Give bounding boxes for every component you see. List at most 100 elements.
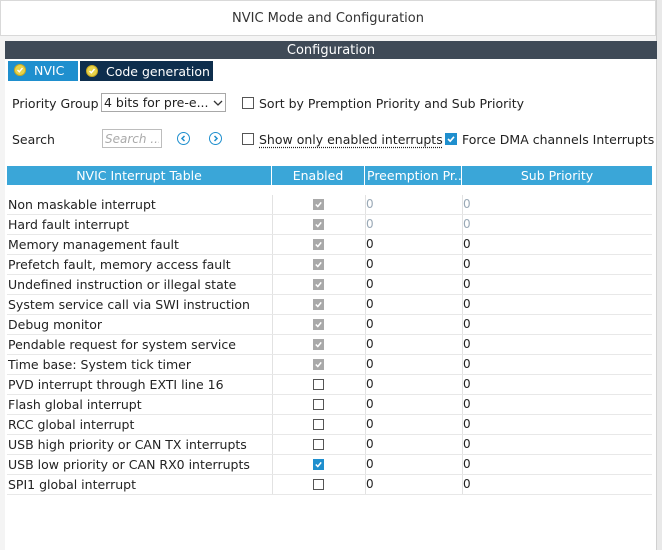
sub-priority-value[interactable]: 0 [463,297,471,311]
table-row[interactable]: RCC global interrupt 0 0 [7,415,652,435]
column-header-sub-priority[interactable]: Sub Priority [462,166,652,185]
column-header-preemption[interactable]: Preemption Pr... [365,166,462,185]
preemption-priority-value[interactable]: 0 [366,197,374,211]
table-row[interactable]: Undefined instruction or illegal state 0 0 [7,275,652,295]
preemption-priority-value[interactable]: 0 [366,397,374,411]
check-icon [315,461,322,468]
table-row[interactable]: Time base: System tick timer 0 0 [7,355,652,375]
table-row[interactable]: SPI1 global interrupt 0 0 [7,475,652,495]
configuration-header: Configuration [5,41,657,59]
interrupt-name: Time base: System tick timer [8,357,191,372]
sub-priority-value[interactable]: 0 [463,357,471,371]
sub-priority-value[interactable]: 0 [463,457,471,471]
force-dma-checkbox[interactable] [445,133,457,145]
preemption-priority-value[interactable]: 0 [366,277,374,291]
sub-priority-value[interactable]: 0 [463,217,471,231]
preemption-priority-value[interactable]: 0 [366,317,374,331]
arrow-left-circle-icon[interactable] [177,132,190,145]
enabled-checkbox[interactable] [313,399,324,410]
tab-code-generation-label: Code generation [106,63,210,79]
vertical-scrollbar[interactable] [656,0,662,550]
sub-priority-value[interactable]: 0 [463,477,471,491]
sub-priority-value[interactable]: 0 [463,437,471,451]
preemption-priority-value[interactable]: 0 [366,417,374,431]
preemption-priority-value[interactable]: 0 [366,257,374,271]
interrupt-name: PVD interrupt through EXTI line 16 [8,377,224,392]
enabled-checkbox [313,339,324,350]
table-row[interactable]: Prefetch fault, memory access fault 0 0 [7,255,652,275]
enabled-checkbox [313,259,324,270]
interrupt-name: USB low priority or CAN RX0 interrupts [8,457,250,472]
arrow-right-circle-icon[interactable] [209,132,222,145]
sub-priority-value[interactable]: 0 [463,197,471,211]
sub-priority-value[interactable]: 0 [463,257,471,271]
sub-priority-value[interactable]: 0 [463,237,471,251]
table-row[interactable]: Hard fault interrupt 0 0 [7,215,652,235]
preemption-priority-value[interactable]: 0 [366,337,374,351]
preemption-priority-value[interactable]: 0 [366,297,374,311]
sort-priority-label: Sort by Premption Priority and Sub Prior… [259,96,525,111]
sub-priority-value[interactable]: 0 [463,337,471,351]
force-dma-label: Force DMA channels Interrupts [462,132,655,147]
enabled-checkbox [313,219,324,230]
check-icon [447,136,455,143]
check-icon [315,321,322,328]
enabled-checkbox[interactable] [313,459,324,470]
tab-bar: NVIC Code generation [5,59,656,84]
tab-nvic[interactable]: NVIC [8,61,78,81]
table-row[interactable]: Flash global interrupt 0 0 [7,395,652,415]
interrupt-table-header: NVIC Interrupt Table Enabled Preemption … [7,166,652,185]
check-icon [315,201,322,208]
sub-priority-value[interactable]: 0 [463,417,471,431]
check-icon [315,261,322,268]
table-row[interactable]: Memory management fault 0 0 [7,235,652,255]
show-enabled-checkbox[interactable] [242,133,254,145]
search-label: Search [12,132,55,147]
column-header-name[interactable]: NVIC Interrupt Table [7,166,272,185]
enabled-checkbox [313,319,324,330]
interrupt-table-body: Non maskable interrupt 0 0 Hard fault inter… [7,195,652,495]
column-header-enabled[interactable]: Enabled [272,166,365,185]
table-row[interactable]: Non maskable interrupt 0 0 [7,195,652,215]
preemption-priority-value[interactable]: 0 [366,217,374,231]
enabled-checkbox [313,239,324,250]
check-circle-icon [86,65,98,77]
search-input[interactable] [102,129,162,148]
interrupt-name: Prefetch fault, memory access fault [8,257,231,272]
preemption-priority-value[interactable]: 0 [366,377,374,391]
tab-code-generation[interactable]: Code generation [80,61,213,81]
interrupt-name: Undefined instruction or illegal state [8,277,237,292]
window-title: NVIC Mode and Configuration [0,0,656,36]
interrupt-name: Flash global interrupt [8,397,142,412]
preemption-priority-value[interactable]: 0 [366,357,374,371]
check-circle-icon [14,64,26,76]
table-row[interactable]: USB high priority or CAN TX interrupts 0 0 [7,435,652,455]
table-row[interactable]: System service call via SWI instruction 0… [7,295,652,315]
check-icon [315,361,322,368]
check-icon [315,301,322,308]
show-enabled-label: Show only enabled interrupts [259,132,443,147]
sub-priority-value[interactable]: 0 [463,397,471,411]
interrupt-name: RCC global interrupt [8,417,135,432]
preemption-priority-value[interactable]: 0 [366,477,374,491]
enabled-checkbox [313,279,324,290]
preemption-priority-value[interactable]: 0 [366,437,374,451]
sort-priority-checkbox[interactable] [242,97,254,109]
priority-group-value: 4 bits for pre-e... [104,95,209,110]
check-icon [315,241,322,248]
priority-group-select[interactable]: 4 bits for pre-e... [101,93,226,112]
enabled-checkbox[interactable] [313,379,324,390]
priority-group-label: Priority Group [12,96,99,111]
preemption-priority-value[interactable]: 0 [366,237,374,251]
enabled-checkbox[interactable] [313,439,324,450]
table-row[interactable]: PVD interrupt through EXTI line 16 0 0 [7,375,652,395]
sub-priority-value[interactable]: 0 [463,377,471,391]
sub-priority-value[interactable]: 0 [463,277,471,291]
enabled-checkbox[interactable] [313,419,324,430]
enabled-checkbox[interactable] [313,479,324,490]
sub-priority-value[interactable]: 0 [463,317,471,331]
table-row[interactable]: USB low priority or CAN RX0 interrupts 0 0 [7,455,652,475]
preemption-priority-value[interactable]: 0 [366,457,374,471]
table-row[interactable]: Pendable request for system service 0 0 [7,335,652,355]
table-row[interactable]: Debug monitor 0 0 [7,315,652,335]
